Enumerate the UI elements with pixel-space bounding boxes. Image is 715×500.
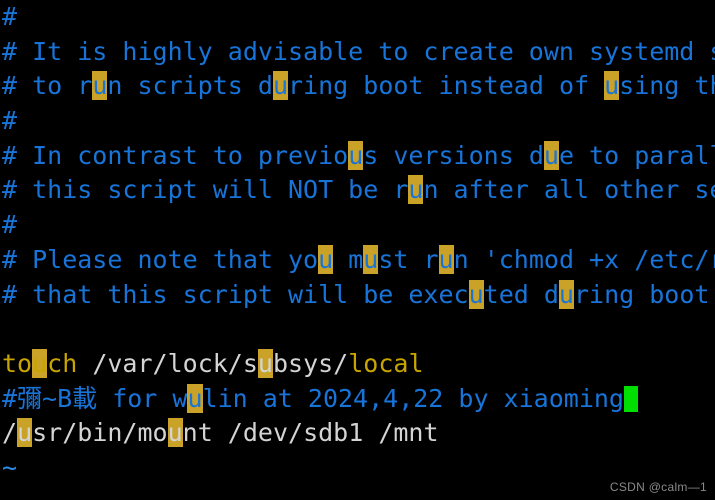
line-text: #彌~B載 for w	[2, 383, 188, 413]
search-highlight: u	[604, 71, 620, 101]
text-cursor	[623, 385, 638, 412]
terminal-line-comment-author: #彌~B載 for wulin at 2024,4,22 by xiaoming	[0, 382, 715, 417]
search-highlight: u	[468, 279, 484, 309]
search-highlight: u	[257, 348, 273, 378]
line-text: ring boot.	[573, 279, 715, 309]
terminal-window[interactable]: # # It is highly advisable to create own…	[0, 0, 715, 500]
line-text: # that this script will be exec	[2, 279, 469, 309]
search-highlight: u	[17, 418, 33, 448]
line-text: m	[333, 244, 364, 274]
line-text: n scripts d	[107, 71, 273, 101]
search-highlight: u	[32, 348, 48, 378]
line-text: # It is highly advisable to create own s…	[2, 36, 715, 66]
vim-empty-line-marker: ~	[0, 486, 715, 500]
terminal-line: # to run scripts during boot instead of …	[0, 69, 715, 104]
command-path: bsys/	[272, 348, 349, 378]
line-text: e to parallel	[558, 140, 715, 170]
terminal-line: #	[2, 2, 18, 31]
line-text: sing this	[619, 71, 715, 101]
command-path-tail: local	[348, 348, 424, 378]
line-text: # In contrast to previo	[2, 140, 349, 170]
search-highlight: u	[363, 244, 379, 274]
search-highlight: u	[187, 383, 203, 413]
line-text: n 'chmod +x /etc/rc.d	[453, 244, 715, 274]
search-highlight: u	[543, 140, 559, 170]
line-text: n after all other servi	[423, 175, 715, 205]
search-highlight: u	[348, 140, 364, 170]
line-text: ring boot instead of	[288, 71, 605, 101]
command-path: sr/bin/mo	[32, 418, 168, 448]
terminal-line: #	[2, 210, 18, 240]
line-text: s versions d	[363, 140, 544, 170]
search-highlight: u	[558, 279, 574, 309]
terminal-line: #	[2, 106, 18, 136]
line-text: ted d	[483, 279, 559, 309]
terminal-line-command-touch: touch /var/lock/subsys/local	[0, 347, 715, 382]
terminal-screen: # # It is highly advisable to create own…	[0, 0, 715, 500]
command-path: /var/lock/s	[77, 348, 258, 378]
search-highlight: u	[318, 244, 334, 274]
search-highlight: u	[167, 418, 183, 448]
search-highlight: u	[408, 175, 424, 205]
command-name: ch	[47, 348, 78, 378]
search-highlight: u	[92, 71, 108, 101]
csdn-watermark: CSDN @calm—1	[609, 480, 707, 494]
terminal-line: # Please note that you must run 'chmod +…	[0, 243, 715, 278]
line-text: lin at 2024,4,22 by xiaoming	[202, 383, 624, 413]
terminal-line: # that this script will be executed duri…	[0, 278, 715, 313]
terminal-line: # It is highly advisable to create own s…	[0, 35, 715, 70]
search-highlight: u	[272, 71, 289, 101]
command-path: /	[2, 418, 18, 448]
search-highlight: u	[438, 244, 454, 274]
line-text: st r	[378, 244, 439, 274]
command-name: to	[2, 348, 33, 378]
terminal-line: # In contrast to previous versions due t…	[0, 139, 715, 174]
terminal-line-command-mount: /usr/bin/mount /dev/sdb1 /mnt	[0, 416, 715, 451]
line-text: # this script will NOT be r	[2, 175, 409, 205]
line-text: # to r	[2, 71, 93, 101]
terminal-line: # this script will NOT be run after all …	[0, 173, 715, 208]
command-path: nt /dev/sdb1 /mnt	[182, 418, 439, 448]
line-text: # Please note that yo	[2, 244, 319, 274]
vim-empty-line-marker: ~	[2, 452, 18, 482]
